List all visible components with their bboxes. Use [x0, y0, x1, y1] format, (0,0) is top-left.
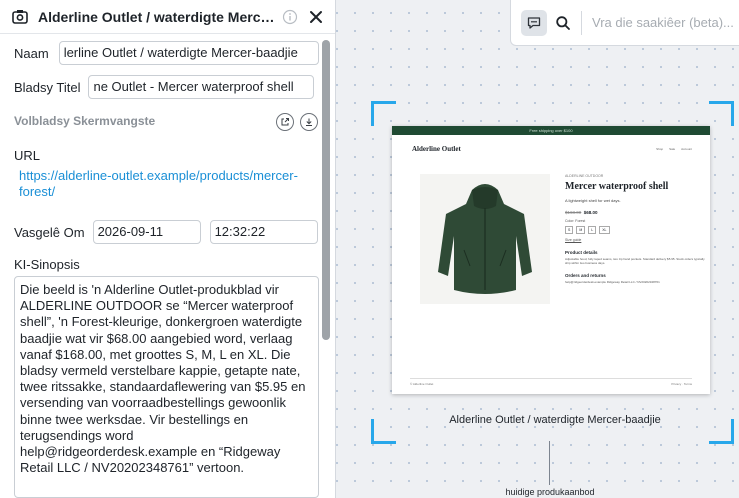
thumb-footer-left: © Alderline Outlet: [410, 382, 434, 386]
thumb-size-option: XL: [599, 226, 610, 234]
thumb-price: $168.00 $68.00: [565, 210, 705, 215]
page-screenshot-thumbnail[interactable]: Free shipping over $100 Alderline Outlet…: [392, 126, 710, 394]
name-input[interactable]: lerline Outlet / waterdigte Mercer-baadj…: [58, 41, 319, 65]
thumb-orders-heading: Orders and returns: [565, 273, 606, 278]
panel-scrollbar-thumb[interactable]: [322, 40, 330, 340]
thumb-product-info: ALDERLINE OUTDOOR Mercer waterproof shel…: [565, 174, 705, 284]
captured-date-input[interactable]: 2026-09-11: [92, 220, 201, 244]
thumb-nav-links: Shop Sale Account: [656, 147, 692, 151]
thumb-size-option: L: [588, 226, 597, 234]
captured-row: Vasgelê Om 2026-09-11 12:32:22: [14, 220, 318, 244]
selection-corner-top-left[interactable]: [371, 101, 396, 126]
search-bar: Vra die saakiêer (beta)...: [510, 0, 739, 46]
search-input[interactable]: Vra die saakiêer (beta)...: [592, 15, 734, 30]
info-icon[interactable]: [279, 6, 301, 28]
thumb-price-new: $68.00: [583, 210, 598, 215]
page-title-input[interactable]: ne Outlet - Mercer waterproof shell: [88, 75, 315, 99]
captured-label: Vasgelê Om: [14, 224, 85, 240]
url-label: URL: [14, 148, 41, 163]
connector-line: [549, 441, 550, 485]
search-icon[interactable]: [551, 11, 575, 35]
thumb-sizes: S M L XL: [565, 226, 705, 234]
name-label: Naam: [14, 45, 49, 61]
thumb-product-title: Mercer waterproof shell: [565, 181, 669, 192]
frame-caption: Alderline Outlet / waterdigte Mercer-baa…: [449, 414, 661, 426]
thumb-nav-link: Shop: [656, 147, 664, 151]
thumb-nav-link: Account: [681, 147, 692, 151]
thumb-banner: Free shipping over $100: [392, 126, 710, 135]
captured-time-input[interactable]: 12:32:22: [209, 220, 318, 244]
thumb-size-guide: Size guide: [565, 238, 582, 242]
close-icon[interactable]: [305, 6, 327, 28]
thumb-nav: Alderline Outlet Shop Sale Account: [392, 135, 710, 165]
screenshot-icon: [10, 7, 30, 27]
thumb-color: Color: Forest: [565, 219, 586, 223]
thumb-footer-right: Privacy · Terms: [671, 382, 692, 386]
jacket-image: [438, 184, 532, 294]
thumb-orders-text: help@ridgeorderdesk.example Ridgeway Ret…: [565, 280, 660, 284]
thumb-size-option: M: [576, 226, 586, 234]
node-label[interactable]: huidige produkaanbod: [480, 487, 620, 497]
thumb-logo: Alderline Outlet: [412, 145, 461, 153]
thumb-subtitle: A lightweight shell for wet days.: [565, 198, 621, 203]
thumb-nav-link: Sale: [669, 147, 676, 151]
name-row: Naam lerline Outlet / waterdigte Mercer-…: [14, 41, 319, 65]
chat-icon[interactable]: [521, 9, 547, 36]
summary-label: KI-Sinopsis: [14, 257, 80, 272]
thumb-footer: © Alderline Outlet Privacy · Terms: [410, 378, 692, 386]
search-divider: [581, 10, 582, 35]
panel-header: Alderline Outlet / waterdigte Mercer-baa…: [0, 0, 335, 34]
page-title-label: Bladsy Titel: [14, 79, 81, 95]
thumb-product-image: [420, 174, 550, 304]
thumb-price-old: $168.00: [565, 210, 582, 215]
selection-corner-top-right[interactable]: [709, 101, 734, 126]
fullpage-screenshot-label: Volbladsy Skermvangste: [14, 114, 156, 128]
thumb-size-option: S: [565, 226, 574, 234]
details-panel: Alderline Outlet / waterdigte Mercer-baa…: [0, 0, 336, 498]
download-icon[interactable]: [300, 113, 318, 131]
panel-title: Alderline Outlet / waterdigte Mercer-baa…: [38, 8, 275, 25]
thumb-details-text: Adjustable hood, fully taped seams, two …: [565, 257, 705, 265]
thumb-brand: ALDERLINE OUTDOOR: [565, 174, 604, 178]
page-title-row: Bladsy Titel ne Outlet - Mercer waterpro…: [14, 75, 315, 99]
panel-scrollbar[interactable]: [322, 40, 330, 340]
summary-textarea[interactable]: Die beeld is 'n Alderline Outlet-produkb…: [14, 276, 319, 498]
open-external-icon[interactable]: [276, 113, 294, 131]
url-link[interactable]: https://alderline-outlet.example/product…: [19, 168, 299, 200]
thumb-details-heading: Product details: [565, 250, 598, 255]
